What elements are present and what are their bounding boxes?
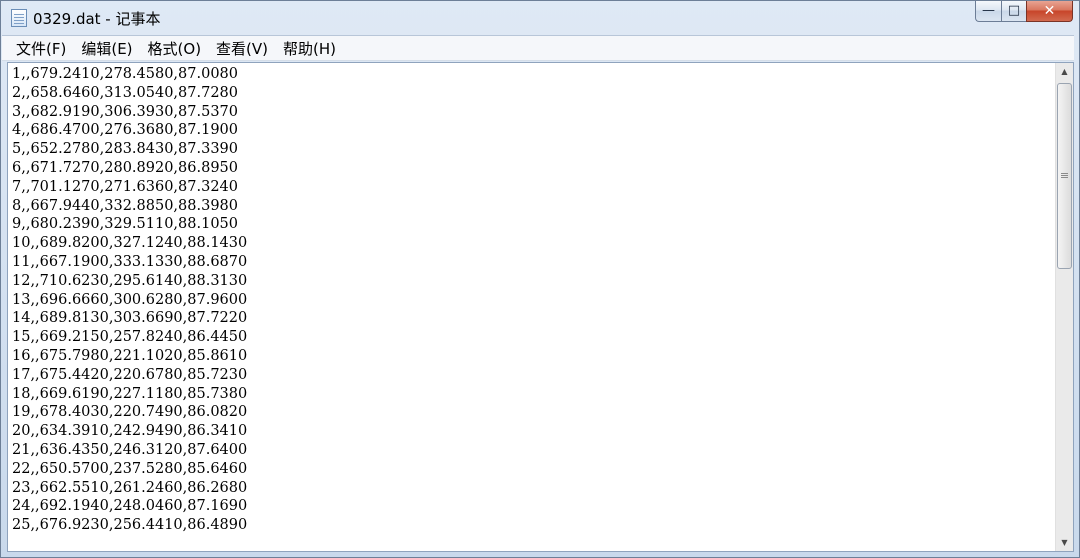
menu-format[interactable]: 格式(O) [140,38,209,59]
menu-file[interactable]: 文件(F) [8,38,73,59]
notepad-window: 0329.dat - 记事本 — □ ✕ 文件(F) 编辑(E) 格式(O) 查… [0,0,1080,558]
menu-bar: 文件(F) 编辑(E) 格式(O) 查看(V) 帮助(H) [2,35,1074,61]
menu-view[interactable]: 查看(V) [208,38,275,59]
menu-edit[interactable]: 编辑(E) [73,38,139,59]
close-icon: ✕ [1043,3,1056,19]
text-content[interactable]: 1,,679.2410,278.4580,87.0080 2,,658.6460… [12,65,1052,549]
minimize-button[interactable]: — [975,1,1001,22]
maximize-button[interactable]: □ [1001,1,1026,22]
title-bar[interactable]: 0329.dat - 记事本 — □ ✕ [1,1,1079,35]
grip-icon [1061,173,1068,174]
close-button[interactable]: ✕ [1026,1,1073,22]
window-title: 0329.dat - 记事本 [33,10,161,28]
notepad-icon[interactable] [11,9,27,27]
maximize-icon: □ [1007,3,1021,18]
scroll-down-arrow-icon[interactable]: ▼ [1056,534,1073,551]
menu-help[interactable]: 帮助(H) [275,38,343,59]
scroll-up-arrow-icon[interactable]: ▲ [1056,63,1073,80]
caption-buttons: — □ ✕ [975,1,1073,23]
minimize-icon: — [982,3,995,18]
text-editor: 1,,679.2410,278.4580,87.0080 2,,658.6460… [7,62,1074,552]
vertical-scrollbar[interactable]: ▲ ▼ [1055,63,1073,551]
scrollbar-thumb[interactable] [1057,83,1072,269]
